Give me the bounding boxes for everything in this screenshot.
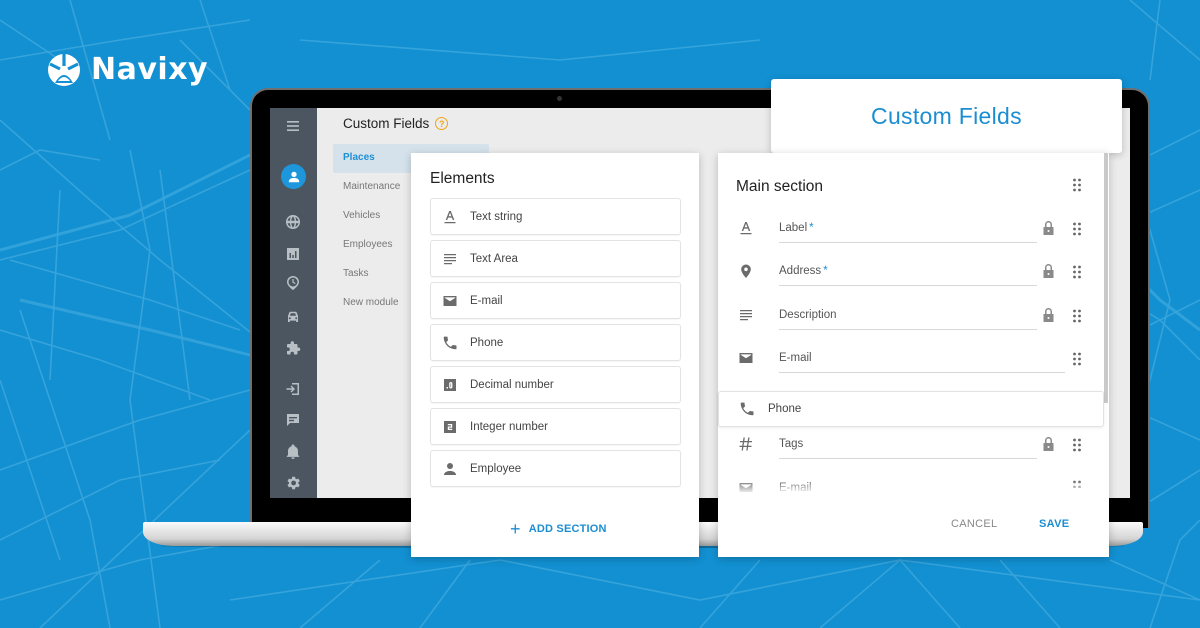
- page-title-text: Custom Fields: [343, 116, 430, 131]
- element-label: Decimal number: [470, 378, 554, 391]
- field-row-tags[interactable]: Tags: [736, 432, 1086, 462]
- scroll-fade: [718, 480, 1104, 494]
- navixy-logo: Navixy: [47, 52, 208, 87]
- section-drag-handle-icon[interactable]: [1072, 178, 1082, 192]
- element-label: Integer number: [470, 420, 548, 433]
- element-employee[interactable]: Employee: [430, 450, 681, 487]
- elements-title: Elements: [430, 170, 495, 187]
- field-label: Tags: [779, 438, 804, 450]
- text-area-icon: [738, 307, 754, 323]
- elements-list: Text string Text Area E-mail Phone Decim…: [430, 198, 681, 492]
- dragged-field-label: Phone: [768, 403, 802, 415]
- elements-panel: Elements Text string Text Area E-mail Ph…: [411, 153, 699, 557]
- employee-icon: [442, 461, 458, 477]
- element-label: Employee: [470, 462, 522, 475]
- main-section-title: Main section: [736, 178, 824, 195]
- drag-handle-icon[interactable]: [1072, 309, 1082, 323]
- drag-handle-icon[interactable]: [1072, 222, 1082, 236]
- field-label: E-mail: [779, 352, 812, 364]
- element-label: Phone: [470, 336, 504, 349]
- element-email[interactable]: E-mail: [430, 282, 681, 319]
- puzzle-icon[interactable]: [282, 337, 304, 359]
- sidebar: [270, 108, 317, 498]
- chat-icon[interactable]: [282, 409, 304, 431]
- element-integer-number[interactable]: Integer number: [430, 408, 681, 445]
- hero-title-card: Custom Fields: [771, 79, 1122, 153]
- user-avatar-icon[interactable]: [281, 164, 306, 189]
- field-label-text: Address: [779, 265, 822, 277]
- element-text-string[interactable]: Text string: [430, 198, 681, 235]
- field-underline: [779, 458, 1037, 459]
- field-label: Address *: [779, 265, 828, 277]
- laptop-camera: [557, 96, 562, 101]
- field-row-label[interactable]: Label *: [736, 216, 1086, 246]
- lock-icon: [1042, 307, 1055, 323]
- login-icon[interactable]: [282, 378, 304, 400]
- location-pin-icon: [738, 263, 754, 279]
- help-icon[interactable]: ?: [435, 117, 449, 130]
- text-area-icon: [442, 251, 458, 267]
- integer-number-icon: [442, 419, 458, 435]
- dragged-field-phone[interactable]: Phone: [718, 391, 1104, 427]
- drag-handle-icon[interactable]: [1072, 438, 1082, 452]
- lock-icon: [1042, 263, 1055, 279]
- plus-icon: +: [510, 519, 521, 539]
- decimal-number-icon: [442, 377, 458, 393]
- element-decimal-number[interactable]: Decimal number: [430, 366, 681, 403]
- drag-handle-icon[interactable]: [1072, 265, 1082, 279]
- add-section-button[interactable]: + ADD SECTION: [510, 519, 607, 539]
- field-underline: [779, 372, 1065, 373]
- email-icon: [738, 350, 754, 366]
- field-row-address[interactable]: Address *: [736, 259, 1086, 289]
- element-label: E-mail: [470, 294, 503, 307]
- field-row-email[interactable]: E-mail: [736, 346, 1086, 376]
- field-row-description[interactable]: Description: [736, 303, 1086, 333]
- globe-icon[interactable]: [282, 211, 304, 233]
- element-label: Text Area: [470, 252, 518, 265]
- lock-icon: [1042, 220, 1055, 236]
- field-underline: [779, 242, 1037, 243]
- field-label: Label *: [779, 222, 814, 234]
- scrollbar[interactable]: [1104, 153, 1108, 403]
- element-phone[interactable]: Phone: [430, 324, 681, 361]
- reports-icon[interactable]: [282, 243, 304, 265]
- field-label-text: Label: [779, 222, 808, 234]
- bell-icon[interactable]: [282, 441, 304, 463]
- add-section-label: ADD SECTION: [528, 523, 607, 535]
- email-icon: [442, 293, 458, 309]
- drag-handle-icon[interactable]: [1072, 352, 1082, 366]
- field-underline: [779, 329, 1037, 330]
- field-underline: [779, 285, 1037, 286]
- text-string-icon: [442, 209, 458, 225]
- page-title: Custom Fields ?: [343, 116, 449, 131]
- car-icon[interactable]: [282, 306, 304, 328]
- navixy-logo-icon: [48, 53, 80, 86]
- element-text-area[interactable]: Text Area: [430, 240, 681, 277]
- phone-icon: [739, 401, 755, 417]
- time-place-icon[interactable]: [282, 272, 304, 294]
- element-label: Text string: [470, 210, 523, 223]
- lock-icon: [1042, 436, 1055, 452]
- brand-name: Navixy: [91, 52, 209, 87]
- required-marker: *: [823, 265, 828, 277]
- required-marker: *: [809, 222, 814, 234]
- cancel-button[interactable]: CANCEL: [951, 518, 997, 530]
- menu-icon[interactable]: [282, 115, 304, 137]
- gear-icon[interactable]: [282, 472, 304, 494]
- hash-icon: [738, 436, 754, 452]
- text-string-icon: [738, 220, 754, 236]
- field-label: Description: [779, 309, 837, 321]
- main-section-panel: Main section Label * Address * Description…: [718, 153, 1109, 557]
- save-button[interactable]: SAVE: [1039, 518, 1069, 530]
- hero-title: Custom Fields: [871, 102, 1022, 129]
- phone-icon: [442, 335, 458, 351]
